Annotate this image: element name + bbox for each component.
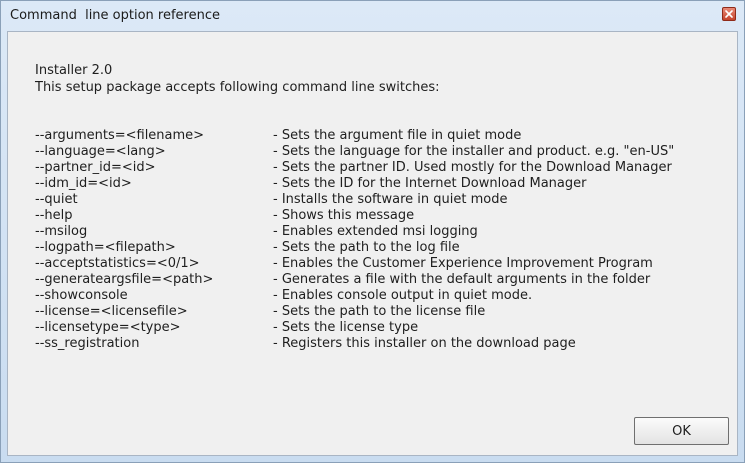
close-icon <box>725 10 733 18</box>
option-description: - Sets the path to the log file <box>273 240 460 255</box>
option-switch: --msilog <box>35 224 88 239</box>
option-description: - Sets the license type <box>273 320 419 335</box>
close-button[interactable] <box>722 7 736 21</box>
option-switch: --quiet <box>35 192 78 207</box>
option-switch: --ss_registration <box>35 336 140 351</box>
option-switch: --help <box>35 208 73 223</box>
option-description: - Enables the Customer Experience Improv… <box>273 256 653 271</box>
option-switch: --acceptstatistics=<0/1> <box>35 256 200 271</box>
dialog-window: Command line option reference Installer … <box>0 0 745 463</box>
option-switch: --license=<licensefile> <box>35 304 188 319</box>
intro-description: This setup package accepts following com… <box>35 80 440 95</box>
option-switch: --generateargsfile=<path> <box>35 272 214 287</box>
option-description: - Sets the argument file in quiet mode <box>273 128 522 143</box>
window-title: Command line option reference <box>10 8 220 23</box>
option-description: - Shows this message <box>273 208 415 223</box>
option-switch: --partner_id=<id> <box>35 160 156 175</box>
option-description: - Sets the language for the installer an… <box>273 144 675 159</box>
option-switch: --idm_id=<id> <box>35 176 132 191</box>
option-description: - Installs the software in quiet mode <box>273 192 508 207</box>
title-bar[interactable]: Command line option reference <box>1 1 744 31</box>
option-description: - Enables extended msi logging <box>273 224 478 239</box>
option-description: - Sets the ID for the Internet Download … <box>273 176 587 191</box>
option-description: - Sets the partner ID. Used mostly for t… <box>273 160 672 175</box>
intro-text: Installer 2.0 This setup package accepts… <box>35 62 440 96</box>
option-switch: --logpath=<filepath> <box>35 240 176 255</box>
dialog-content: Installer 2.0 This setup package accepts… <box>7 31 738 456</box>
option-description: - Registers this installer on the downlo… <box>273 336 576 351</box>
installer-version: Installer 2.0 <box>35 63 113 78</box>
ok-button[interactable]: OK <box>634 417 729 445</box>
option-description: - Generates a file with the default argu… <box>273 272 651 287</box>
option-switch: --showconsole <box>35 288 128 303</box>
option-switch: --language=<lang> <box>35 144 166 159</box>
option-switch: --licensetype=<type> <box>35 320 181 335</box>
option-description: - Sets the path to the license file <box>273 304 486 319</box>
option-description: - Enables console output in quiet mode. <box>273 288 533 303</box>
option-switch: --arguments=<filename> <box>35 128 205 143</box>
